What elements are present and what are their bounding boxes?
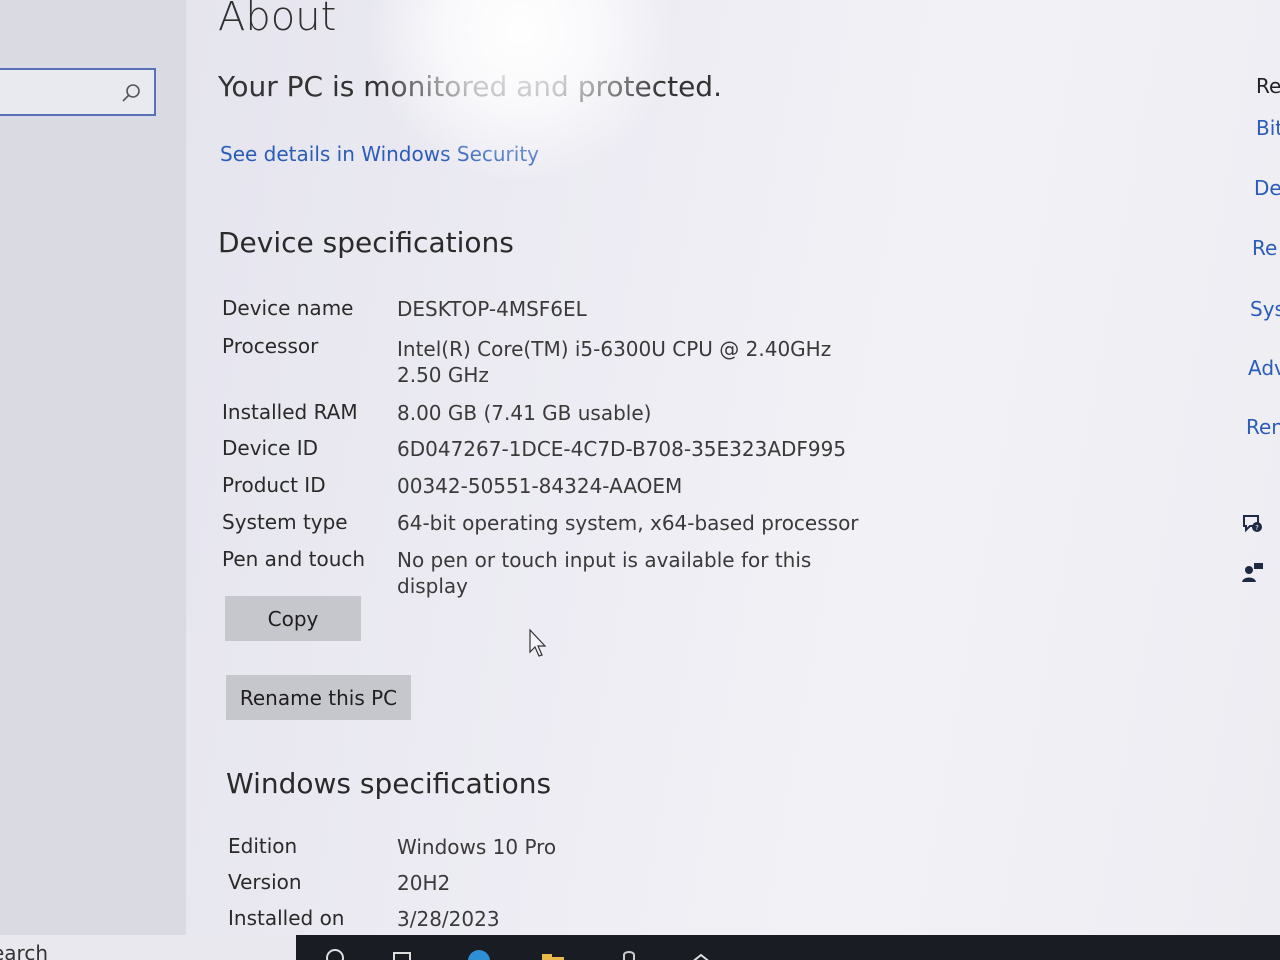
get-help-icon[interactable]: ? [1240, 512, 1266, 538]
svg-text:?: ? [1255, 524, 1259, 532]
settings-window: About Your PC is monitored and protected… [0, 0, 1280, 960]
give-feedback-icon[interactable] [1240, 560, 1266, 586]
related-link-remote-desktop[interactable]: Re [1252, 236, 1277, 260]
spec-label: Pen and touch [222, 547, 366, 571]
related-link-system-protection[interactable]: Sys [1250, 297, 1280, 321]
spec-value: 64-bit operating system, x64-based proce… [397, 511, 859, 535]
spec-value: DESKTOP-4MSF6EL [397, 297, 587, 321]
spec-label: Installed RAM [222, 400, 358, 424]
mail-icon[interactable] [688, 945, 714, 960]
nav-pane [0, 0, 186, 935]
spec-label: Processor [222, 334, 319, 358]
cortana-icon[interactable] [322, 945, 348, 960]
spec-value: 00342-50551-84324-AAOEM [397, 474, 683, 498]
spec-label: Edition [228, 834, 298, 858]
spec-label: Installed on [228, 906, 345, 930]
edge-browser-icon[interactable] [466, 945, 492, 960]
related-link-device-manager[interactable]: De [1254, 176, 1280, 200]
spec-label: System type [222, 510, 348, 534]
copy-button[interactable]: Copy [225, 596, 361, 641]
spec-value: 6D047267-1DCE-4C7D-B708-35E323ADF995 [397, 437, 847, 461]
related-settings-heading: Re [1256, 74, 1280, 98]
store-icon[interactable] [616, 945, 642, 960]
spec-label: Product ID [222, 473, 326, 497]
spec-value: 3/28/2023 [397, 907, 500, 931]
spec-label: Device ID [222, 436, 319, 460]
search-icon [122, 84, 140, 102]
taskbar-search-box[interactable]: earch [0, 935, 296, 960]
protection-status: Your PC is monitored and protected. [218, 70, 722, 103]
device-specs-heading: Device specifications [218, 226, 514, 259]
spec-value: Windows 10 Pro [397, 835, 557, 859]
spec-label: Device name [222, 296, 354, 320]
rename-pc-button[interactable]: Rename this PC [226, 675, 411, 720]
taskbar [296, 935, 1280, 960]
spec-value: 20H2 [397, 871, 451, 895]
mouse-cursor-icon [529, 628, 547, 657]
related-settings: Re Bit De Re Sys Adv Ren ? [1242, 0, 1280, 935]
spec-value: Intel(R) Core(TM) i5-6300U CPU @ 2.40GHz… [397, 337, 832, 387]
taskbar-search-text: earch [0, 941, 49, 960]
windows-security-link[interactable]: See details in Windows Security [220, 142, 539, 166]
windows-specs-heading: Windows specifications [226, 767, 552, 800]
related-link-rename[interactable]: Ren [1246, 415, 1280, 439]
page-title: About [218, 0, 337, 40]
related-link-advanced-settings[interactable]: Adv [1248, 356, 1280, 380]
spec-value: 8.00 GB (7.41 GB usable) [397, 401, 652, 425]
settings-search-input[interactable] [0, 68, 156, 116]
related-link-bitlocker[interactable]: Bit [1256, 116, 1280, 140]
task-view-icon[interactable] [390, 945, 416, 960]
spec-value: No pen or touch input is available for t… [397, 548, 812, 598]
about-content: About Your PC is monitored and protected… [218, 0, 1198, 935]
spec-label: Version [228, 870, 302, 894]
file-explorer-icon[interactable] [540, 945, 566, 960]
